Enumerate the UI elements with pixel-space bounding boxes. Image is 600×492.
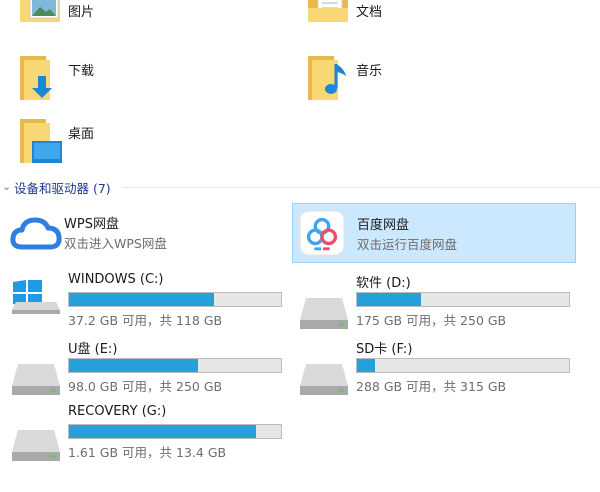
- hard-drive-icon: [300, 364, 348, 395]
- folder-label: 音乐: [356, 64, 383, 79]
- folder-desktop[interactable]: 桌面: [18, 117, 258, 173]
- hard-drive-icon: [300, 298, 348, 329]
- folder-downloads[interactable]: 下载: [18, 54, 258, 110]
- section-title: 设备和驱动器 (7): [14, 181, 111, 196]
- drive-name: SD卡 (F:): [356, 342, 413, 357]
- drive-name: U盘 (E:): [68, 342, 118, 357]
- drive-f[interactable]: SD卡 (F:) 288 GB 可用，共 315 GB: [298, 338, 588, 400]
- drive-name: 软件 (D:): [356, 276, 411, 291]
- drive-capacity: 37.2 GB 可用，共 118 GB: [68, 313, 223, 328]
- drive-usage-fill: [69, 359, 198, 372]
- cloud-name: 百度网盘: [357, 218, 410, 233]
- drive-g[interactable]: RECOVERY (G:) 1.61 GB 可用，共 13.4 GB: [10, 404, 300, 466]
- folder-pictures[interactable]: 图片: [18, 0, 258, 34]
- wps-cloud-icon: [10, 217, 62, 250]
- chevron-down-icon[interactable]: ⌄: [2, 180, 11, 193]
- baidu-netdisk-icon: [299, 210, 345, 256]
- drive-e[interactable]: U盘 (E:) 98.0 GB 可用，共 250 GB: [10, 338, 300, 400]
- cloud-subtitle: 双击运行百度网盘: [357, 237, 458, 252]
- hard-drive-icon: [12, 364, 60, 395]
- music-folder-icon: [308, 56, 346, 100]
- folder-label: 文档: [356, 5, 383, 20]
- drive-name: RECOVERY (G:): [68, 404, 167, 419]
- drive-usage-fill: [69, 293, 215, 306]
- drive-usage-bar: [68, 292, 282, 307]
- pictures-folder-icon: [20, 0, 60, 22]
- documents-folder-icon: [308, 0, 348, 22]
- drive-c[interactable]: WINDOWS (C:) 37.2 GB 可用，共 118 GB: [10, 272, 300, 334]
- drive-capacity: 98.0 GB 可用，共 250 GB: [68, 379, 223, 394]
- drive-name: WINDOWS (C:): [68, 272, 164, 287]
- windows-drive-icon: [12, 280, 60, 314]
- downloads-folder-icon: [20, 56, 52, 100]
- folder-documents[interactable]: 文档: [306, 0, 546, 34]
- drive-capacity: 288 GB 可用，共 315 GB: [356, 379, 507, 394]
- drive-usage-fill: [69, 425, 256, 438]
- drive-usage-bar: [356, 292, 570, 307]
- drive-usage-fill: [357, 293, 421, 306]
- drive-usage-bar: [356, 358, 570, 373]
- devices-section-header[interactable]: ⌄ 设备和驱动器 (7): [0, 178, 600, 198]
- desktop-folder-icon: [20, 119, 62, 163]
- hard-drive-icon: [12, 430, 60, 461]
- wps-cloud-tile[interactable]: WPS网盘 双击进入WPS网盘: [6, 203, 290, 263]
- folder-label: 桌面: [68, 127, 95, 142]
- drive-usage-bar: [68, 358, 282, 373]
- drive-capacity: 1.61 GB 可用，共 13.4 GB: [68, 445, 227, 460]
- drive-capacity: 175 GB 可用，共 250 GB: [356, 313, 507, 328]
- baidu-netdisk-tile[interactable]: 百度网盘 双击运行百度网盘: [292, 203, 576, 263]
- drive-usage-bar: [68, 424, 282, 439]
- drive-d[interactable]: 软件 (D:) 175 GB 可用，共 250 GB: [298, 272, 588, 334]
- folder-label: 下载: [68, 64, 95, 79]
- folder-music[interactable]: 音乐: [306, 54, 546, 110]
- section-divider: [122, 187, 600, 188]
- folder-label: 图片: [68, 5, 95, 20]
- drive-usage-fill: [357, 359, 376, 372]
- cloud-subtitle: 双击进入WPS网盘: [64, 236, 167, 251]
- cloud-name: WPS网盘: [64, 217, 119, 232]
